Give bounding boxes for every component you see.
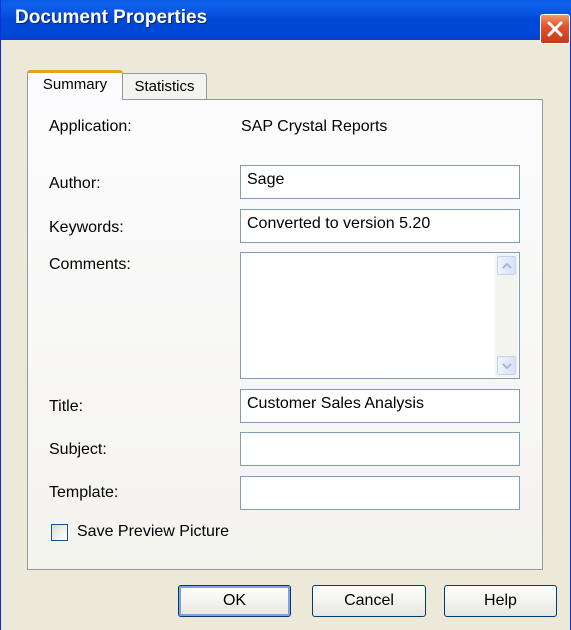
scroll-up-icon xyxy=(502,262,512,269)
tab-statistics[interactable]: Statistics xyxy=(123,73,207,100)
help-button[interactable]: Help xyxy=(444,585,557,617)
save-preview-label[interactable]: Save Preview Picture xyxy=(77,523,229,541)
title-bar[interactable]: Document Properties xyxy=(1,0,571,44)
scroll-down-button[interactable] xyxy=(497,356,516,375)
author-field[interactable]: Sage xyxy=(240,165,520,199)
scroll-down-icon xyxy=(502,363,512,370)
cancel-button[interactable]: Cancel xyxy=(312,585,426,617)
subject-label: Subject: xyxy=(49,441,107,458)
title-label: Title: xyxy=(49,398,84,415)
window-title: Document Properties xyxy=(15,7,208,28)
title-field[interactable]: Customer Sales Analysis xyxy=(240,389,520,423)
save-preview-checkbox[interactable] xyxy=(51,524,68,541)
ok-button[interactable]: OK xyxy=(178,585,291,617)
scroll-up-button[interactable] xyxy=(497,256,516,275)
keywords-label: Keywords: xyxy=(49,219,124,236)
template-label: Template: xyxy=(49,484,119,501)
summary-panel: Application: SAP Crystal Reports Author:… xyxy=(27,99,543,570)
comments-scrollbar[interactable] xyxy=(495,254,518,377)
author-label: Author: xyxy=(49,175,101,192)
application-value: SAP Crystal Reports xyxy=(241,118,388,135)
template-field[interactable] xyxy=(240,476,520,510)
close-icon xyxy=(547,21,563,37)
keywords-field[interactable]: Converted to version 5.20 xyxy=(240,209,520,243)
tab-summary[interactable]: Summary xyxy=(27,70,123,100)
comments-label: Comments: xyxy=(49,256,131,273)
close-button[interactable] xyxy=(540,14,570,44)
comments-field[interactable] xyxy=(240,252,520,379)
application-label: Application: xyxy=(49,118,132,135)
subject-field[interactable] xyxy=(240,432,520,466)
document-properties-dialog: Document Properties Summary Statistics A… xyxy=(0,0,571,630)
